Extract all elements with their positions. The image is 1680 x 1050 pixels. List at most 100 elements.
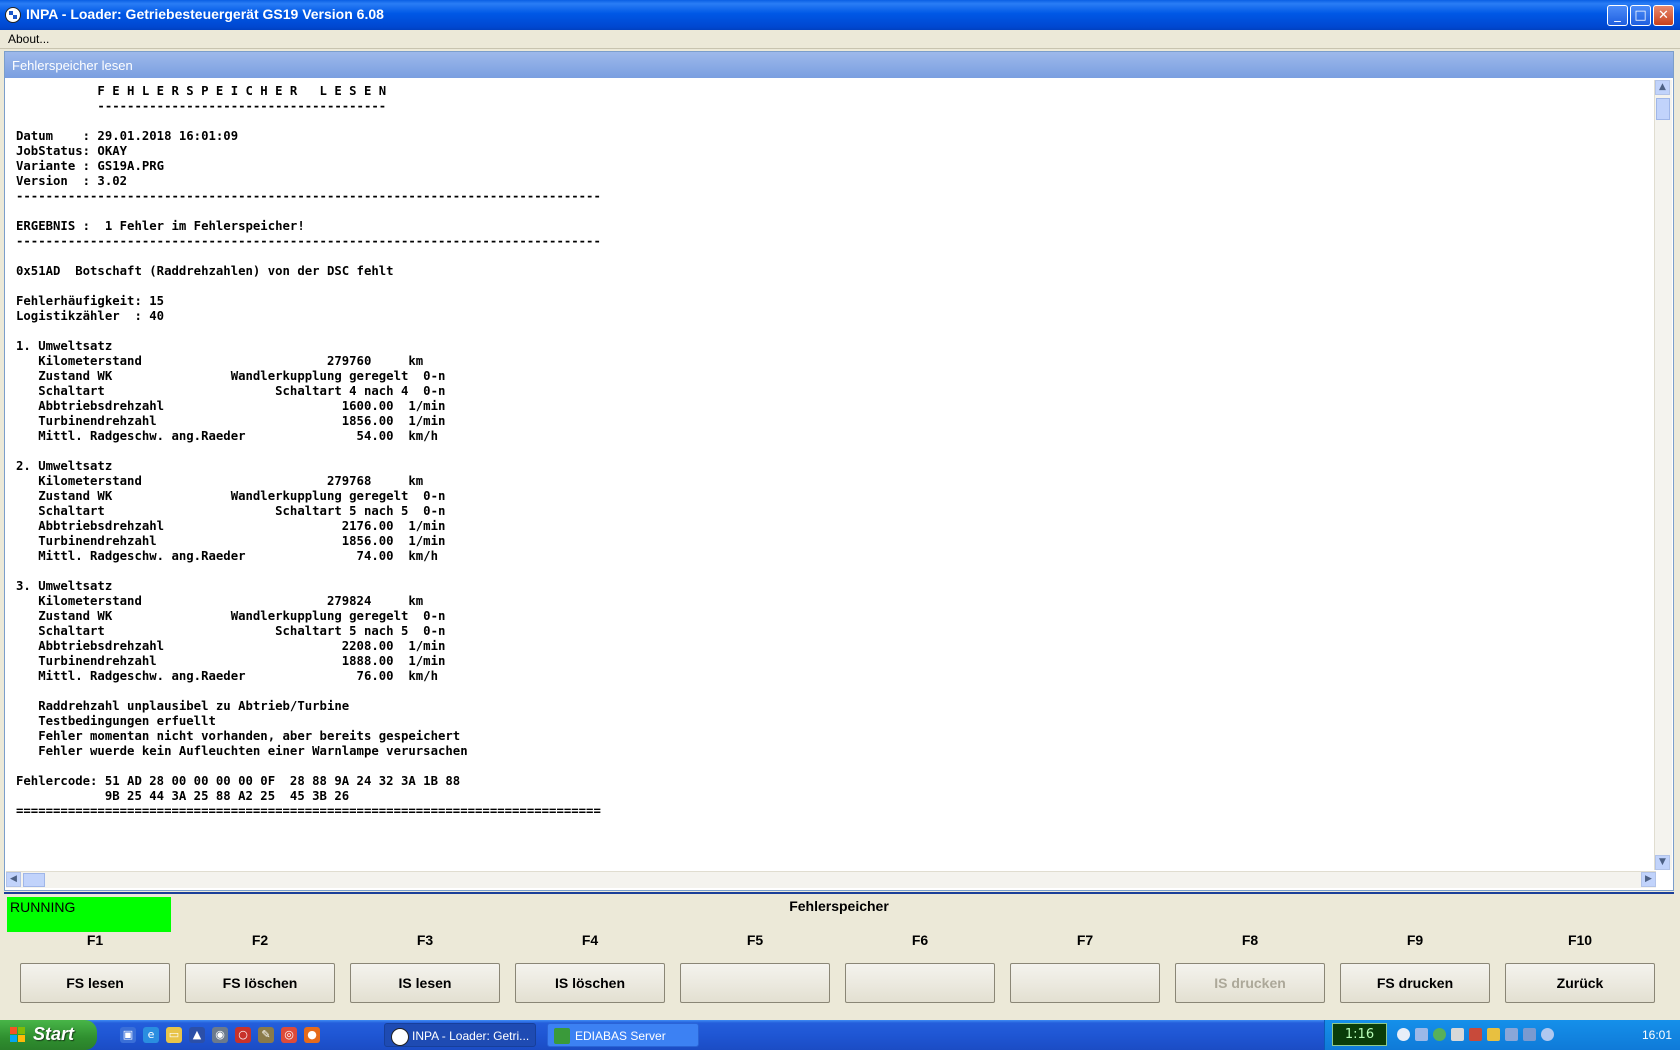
report-line: --------------------------------------- — [16, 99, 387, 113]
system-tray: 1:16 16:01 — [1324, 1020, 1680, 1050]
quicklaunch-folder-icon[interactable]: ▭ — [166, 1027, 182, 1043]
tray-security-icon[interactable] — [1469, 1028, 1482, 1041]
tray-status-icon[interactable] — [1433, 1028, 1446, 1041]
report-line: Mittl. Radgeschw. ang.Raeder 76.00 km/h — [16, 669, 438, 683]
tray-network-icon[interactable] — [1415, 1028, 1428, 1041]
report-line: Kilometerstand 279760 km — [16, 354, 424, 368]
bmw-task-icon — [391, 1028, 409, 1046]
quicklaunch-ie-icon[interactable]: e — [143, 1027, 159, 1043]
report-line: Schaltart Schaltart 4 nach 4 0-n — [16, 384, 446, 398]
report-line: Kilometerstand 279824 km — [16, 594, 424, 608]
fkey-label-f3: F3 — [416, 932, 434, 948]
report-line: 3. Umweltsatz — [16, 579, 113, 593]
quicklaunch-show-desktop-icon[interactable]: ▣ — [120, 1027, 136, 1043]
scroll-down-icon[interactable]: ▼ — [1655, 855, 1670, 870]
vertical-scroll-thumb[interactable] — [1656, 98, 1670, 120]
report-line: Abbtriebsdrehzahl 2208.00 1/min — [16, 639, 446, 653]
quicklaunch-opera-icon[interactable]: ○ — [235, 1027, 251, 1043]
tray-battery-icon[interactable] — [1487, 1028, 1500, 1041]
fkey-button-f5[interactable] — [680, 963, 830, 1003]
fkey-button-f3[interactable]: IS lesen — [350, 963, 500, 1003]
tray-wifi-icon[interactable] — [1541, 1028, 1554, 1041]
report-line: Version : 3.02 — [16, 174, 128, 188]
report-line: Zustand WK Wandlerkupplung geregelt 0-n — [16, 369, 446, 383]
quicklaunch-chrome-icon[interactable]: ◎ — [281, 1027, 297, 1043]
menu-bar: About... — [0, 30, 1680, 49]
report-line: Fehler wuerde kein Aufleuchten einer War… — [16, 744, 468, 758]
tray-status-box[interactable]: 1:16 — [1332, 1023, 1387, 1046]
fkey-button-f6[interactable] — [845, 963, 995, 1003]
quicklaunch-firefox-icon[interactable]: ● — [304, 1027, 320, 1043]
fkey-label-f1: F1 — [86, 932, 104, 948]
vertical-scrollbar[interactable]: ▲ ▼ — [1654, 80, 1672, 870]
report-line: Mittl. Radgeschw. ang.Raeder 54.00 km/h — [16, 429, 438, 443]
report-line: Zustand WK Wandlerkupplung geregelt 0-n — [16, 489, 446, 503]
fkey-label-f2: F2 — [251, 932, 269, 948]
child-title: Fehlerspeicher lesen — [12, 58, 133, 73]
tray-sync-icon[interactable] — [1523, 1028, 1536, 1041]
fkey-label-f7: F7 — [1076, 932, 1094, 948]
report-line: Variante : GS19A.PRG — [16, 159, 165, 173]
fkey-label-f8: F8 — [1241, 932, 1259, 948]
task-ediabas-server[interactable]: EDIABAS Server — [547, 1023, 699, 1047]
fkey-label-f4: F4 — [581, 932, 599, 948]
function-key-panel: RUNNING Fehlerspeicher F1 FS lesen F2 FS lö… — [4, 892, 1674, 1022]
ediabas-task-icon — [554, 1028, 570, 1044]
scroll-left-icon[interactable]: ◀ — [6, 872, 21, 887]
fkey-label-f9: F9 — [1406, 932, 1424, 948]
tray-volume-icon[interactable] — [1505, 1028, 1518, 1041]
fkey-button-f10[interactable]: Zurück — [1505, 963, 1655, 1003]
windows-logo-icon — [10, 1027, 26, 1043]
fkey-label-f5: F5 — [746, 932, 764, 948]
tray-chevron-icon[interactable] — [1397, 1028, 1410, 1041]
quicklaunch-utility-icon[interactable]: ✎ — [258, 1027, 274, 1043]
window-title: INPA - Loader: Getriebesteuergerät GS19 … — [26, 6, 384, 22]
report-line: Kilometerstand 279768 km — [16, 474, 424, 488]
taskbar: Start ▣ e ▭ ▲ ◉ ○ ✎ ◎ ● INPA - Loader: G… — [0, 1020, 1680, 1050]
report-line: ERGEBNIS : 1 Fehler im Fehlerspeicher! — [16, 219, 305, 233]
fehlerspeicher-window: Fehlerspeicher lesen F E H L E R S P E I… — [4, 51, 1674, 891]
report-line: Logistikzähler : 40 — [16, 309, 165, 323]
report-line: Datum : 29.01.2018 16:01:09 — [16, 129, 239, 143]
fkey-button-f2[interactable]: FS löschen — [185, 963, 335, 1003]
task-inpa-loader[interactable]: INPA - Loader: Getri... — [384, 1023, 536, 1047]
fkey-button-f8[interactable]: IS drucken — [1175, 963, 1325, 1003]
fkey-button-f1[interactable]: FS lesen — [20, 963, 170, 1003]
fkey-button-f9[interactable]: FS drucken — [1340, 963, 1490, 1003]
close-button[interactable]: ✕ — [1653, 5, 1674, 26]
report-line: Schaltart Schaltart 5 nach 5 0-n — [16, 504, 446, 518]
report-output: F E H L E R S P E I C H E R L E S E N --… — [6, 80, 1656, 870]
start-button[interactable]: Start — [0, 1020, 97, 1050]
report-line: 0x51AD Botschaft (Raddrehzahlen) von der… — [16, 264, 394, 278]
report-line: Testbedingungen erfuellt — [16, 714, 216, 728]
report-line: F E H L E R S P E I C H E R L E S E N — [16, 84, 387, 98]
report-line: Turbinendrehzahl 1856.00 1/min — [16, 534, 446, 548]
report-line: Fehlercode: 51 AD 28 00 00 00 00 0F 28 8… — [16, 774, 461, 788]
child-title-bar[interactable]: Fehlerspeicher lesen — [5, 52, 1673, 78]
report-line: 2. Umweltsatz — [16, 459, 113, 473]
fkey-label-f10: F10 — [1567, 932, 1593, 948]
clock[interactable]: 16:01 — [1642, 1028, 1672, 1042]
maximize-button[interactable]: □ — [1630, 5, 1651, 26]
bmw-app-icon — [5, 7, 21, 23]
minimize-button[interactable]: _ — [1607, 5, 1628, 26]
report-line: Schaltart Schaltart 5 nach 5 0-n — [16, 624, 446, 638]
menu-about[interactable]: About... — [8, 32, 49, 46]
horizontal-scrollbar[interactable]: ◀ ▶ — [6, 871, 1656, 888]
title-bar[interactable]: INPA - Loader: Getriebesteuergerät GS19 … — [0, 0, 1680, 30]
horizontal-scroll-thumb[interactable] — [23, 873, 45, 887]
scroll-right-icon[interactable]: ▶ — [1641, 872, 1656, 887]
fkey-button-f4[interactable]: IS löschen — [515, 963, 665, 1003]
report-line: Zustand WK Wandlerkupplung geregelt 0-n — [16, 609, 446, 623]
report-line: Abbtriebsdrehzahl 1600.00 1/min — [16, 399, 446, 413]
quicklaunch-app-icon[interactable]: ▲ — [189, 1027, 205, 1043]
report-line: ----------------------------------------… — [16, 234, 601, 248]
tray-monitor-icon[interactable] — [1451, 1028, 1464, 1041]
report-line: 1. Umweltsatz — [16, 339, 113, 353]
start-label: Start — [33, 1024, 75, 1044]
quicklaunch-tool-icon[interactable]: ◉ — [212, 1027, 228, 1043]
scroll-up-icon[interactable]: ▲ — [1655, 80, 1670, 95]
report-line: Turbinendrehzahl 1856.00 1/min — [16, 414, 446, 428]
report-line: ----------------------------------------… — [16, 189, 601, 203]
fkey-button-f7[interactable] — [1010, 963, 1160, 1003]
